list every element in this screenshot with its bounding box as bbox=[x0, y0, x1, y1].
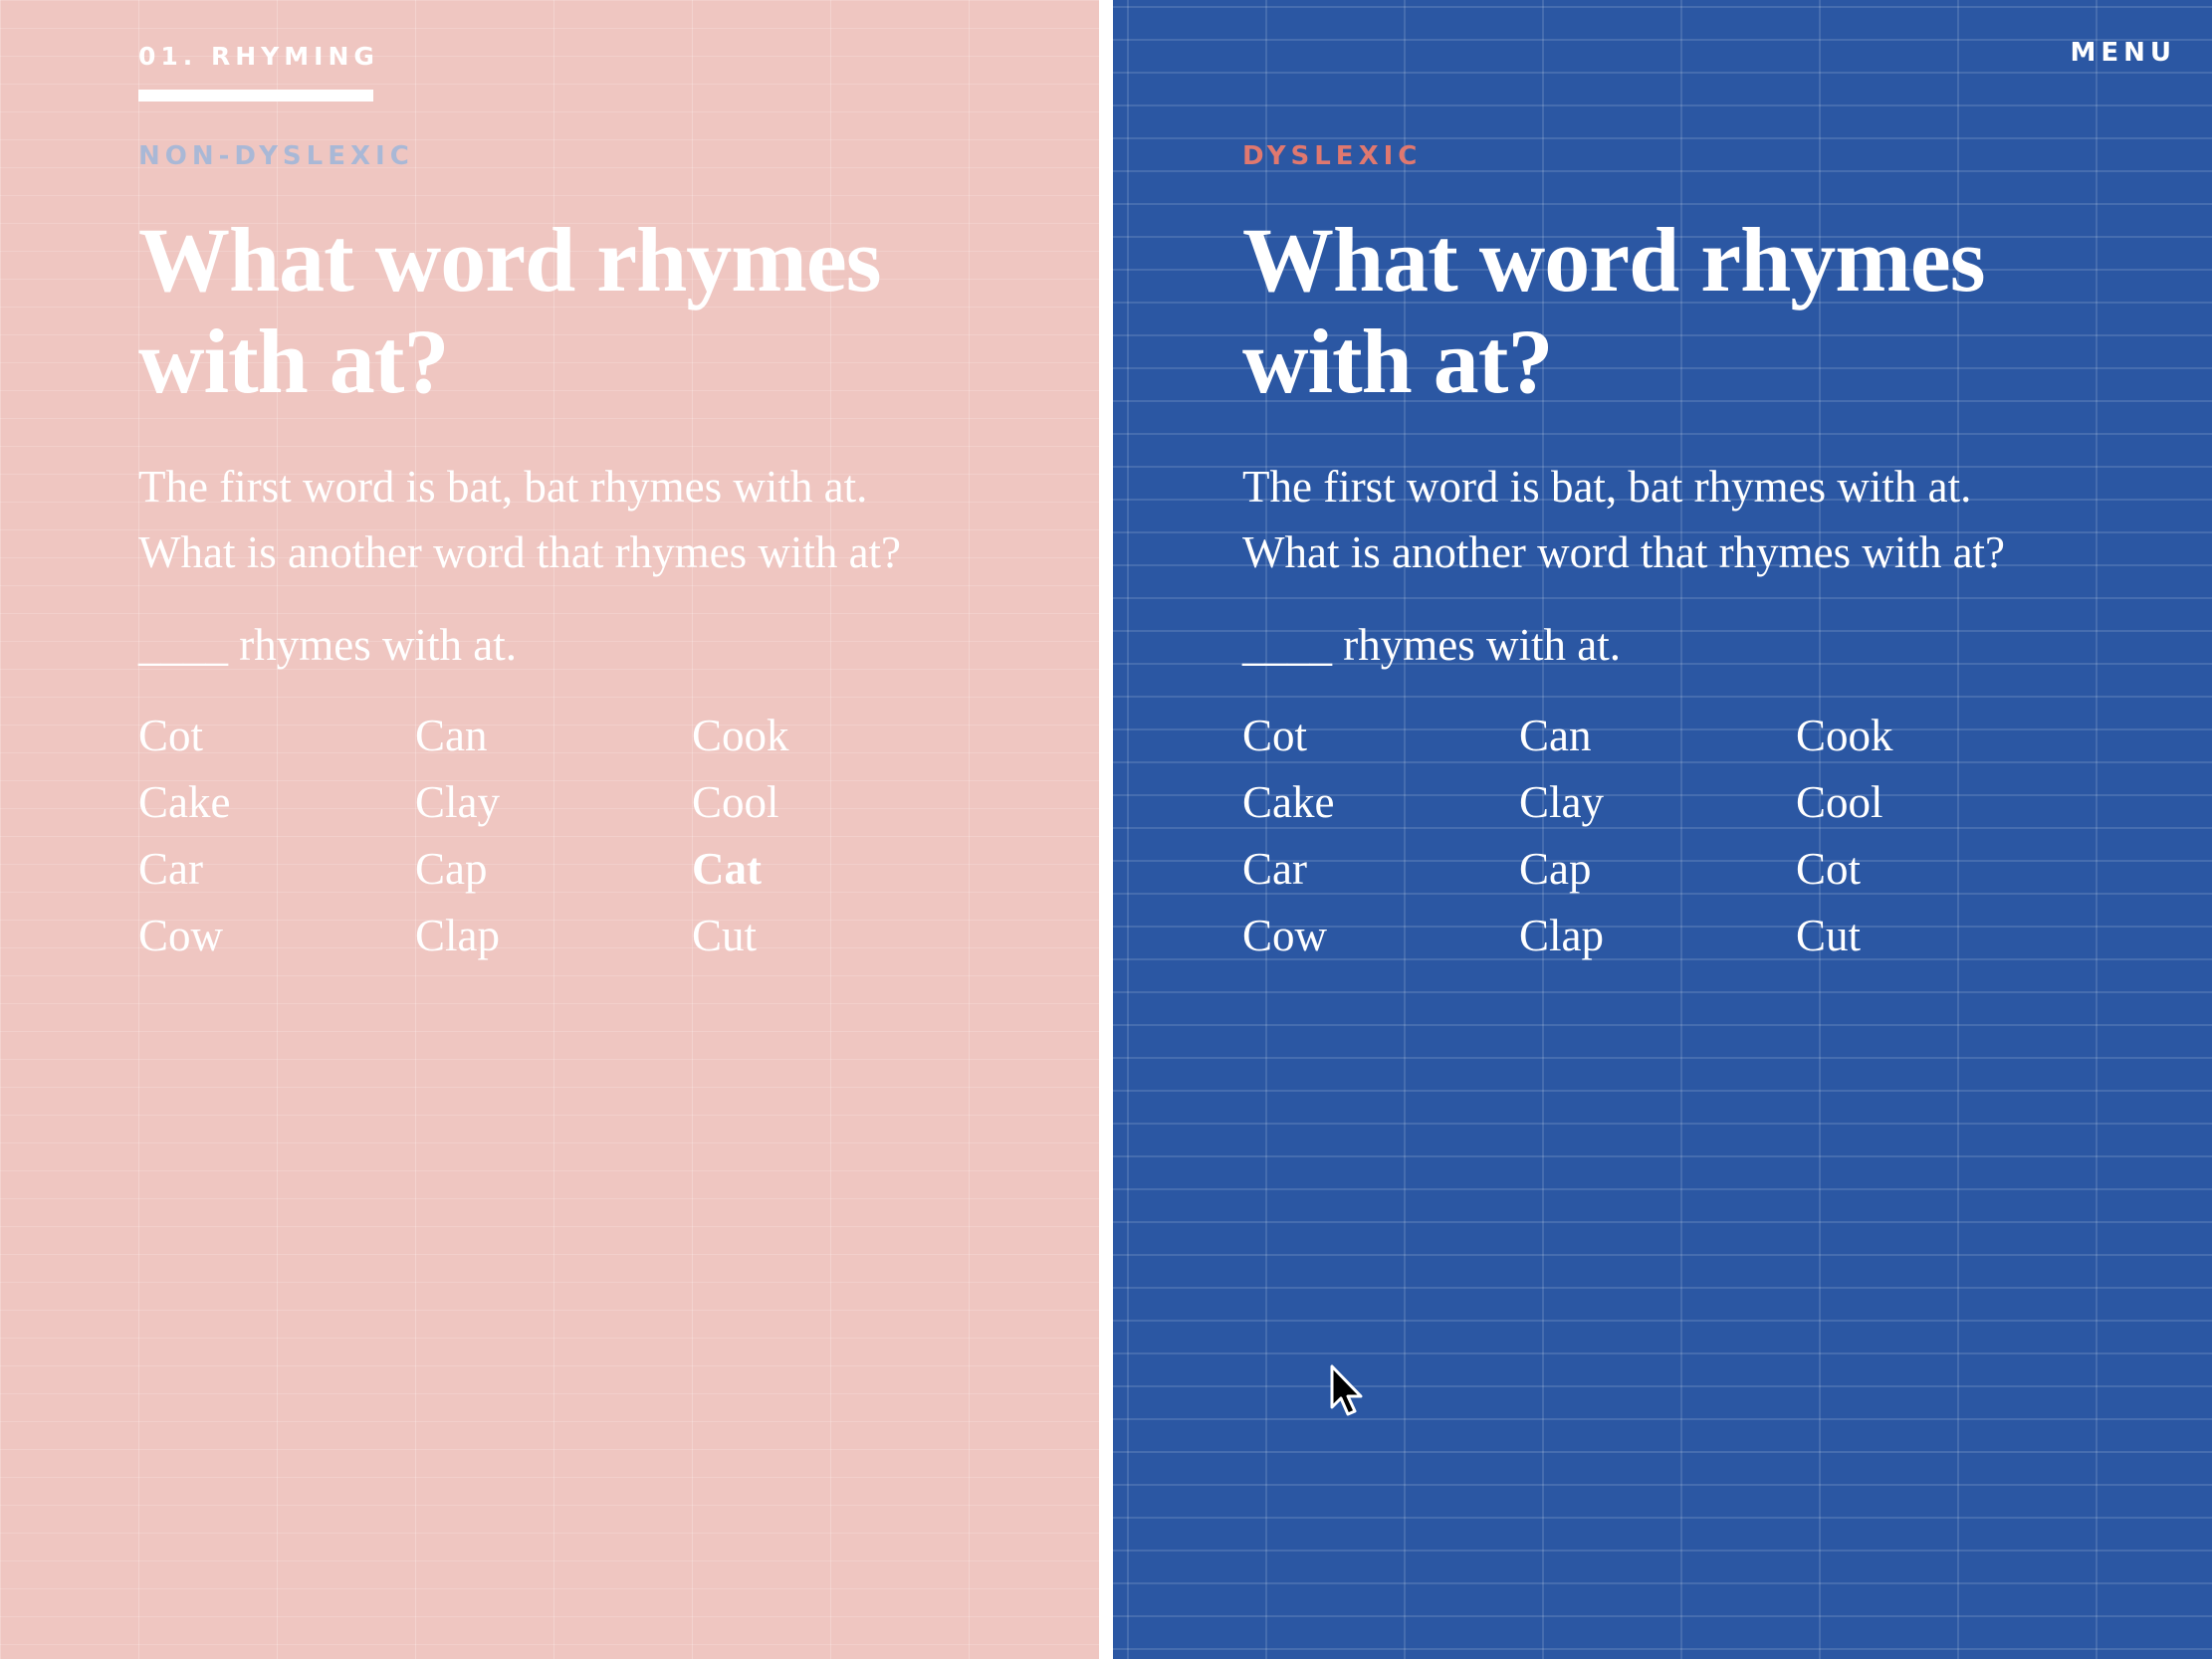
page: 01. RHYMING NON-DYSLEXIC What word rhyme… bbox=[0, 0, 2212, 1659]
non-dyslexic-panel: 01. RHYMING NON-DYSLEXIC What word rhyme… bbox=[0, 0, 1099, 1659]
answer-option[interactable]: Can bbox=[1519, 703, 1796, 769]
answer-option[interactable]: Cook bbox=[692, 703, 969, 769]
answer-option[interactable]: Clap bbox=[415, 903, 692, 969]
panel-label-non-dyslexic: NON-DYSLEXIC bbox=[138, 141, 414, 171]
panel-label-dyslexic: DYSLEXIC bbox=[1242, 141, 1423, 171]
answer-option[interactable]: Clay bbox=[1519, 769, 1796, 836]
answer-options: Cot Can Cook Cake Clay Cool Car Cap Cat … bbox=[138, 703, 1034, 969]
question-prompt: The first word is bat, bat rhymes with a… bbox=[1242, 454, 2138, 585]
question-prompt: The first word is bat, bat rhymes with a… bbox=[138, 454, 1034, 585]
answer-option[interactable]: Cool bbox=[1796, 769, 2073, 836]
answer-option[interactable]: Cook bbox=[1796, 703, 2073, 769]
question-title: What word rhymes with at? bbox=[138, 209, 882, 412]
answer-option[interactable]: Car bbox=[138, 836, 415, 903]
answer-option-selected[interactable]: Cat bbox=[692, 836, 969, 903]
mouse-pointer-icon bbox=[1330, 1364, 1363, 1416]
answer-option[interactable]: Cot bbox=[1796, 836, 2073, 903]
section-tag-underline bbox=[138, 90, 373, 102]
answer-option[interactable]: Cool bbox=[692, 769, 969, 836]
answer-option[interactable]: Cot bbox=[1242, 703, 1519, 769]
answer-option[interactable]: Clay bbox=[415, 769, 692, 836]
answer-option[interactable]: Cake bbox=[138, 769, 415, 836]
answer-option[interactable]: Cake bbox=[1242, 769, 1519, 836]
answer-option[interactable]: Can bbox=[415, 703, 692, 769]
answer-option[interactable]: Cow bbox=[138, 903, 415, 969]
fill-blank-sentence: ____ rhymes with at. bbox=[138, 620, 517, 670]
prompt-line-1: The first word is bat, bat rhymes with a… bbox=[1242, 462, 1972, 512]
answer-option[interactable]: Cap bbox=[415, 836, 692, 903]
section-tag[interactable]: 01. RHYMING bbox=[138, 42, 379, 71]
fill-blank-sentence: ____ rhymes with at. bbox=[1242, 620, 1621, 670]
question-title: What word rhymes with at? bbox=[1242, 209, 1986, 412]
answer-option[interactable]: Cot bbox=[138, 703, 415, 769]
right-question-content: What word rhymes with at? The first word… bbox=[1242, 209, 2138, 969]
left-question-content: What word rhymes with at? The first word… bbox=[138, 209, 1034, 969]
prompt-line-1: The first word is bat, bat rhymes with a… bbox=[138, 462, 868, 512]
answer-option[interactable]: Cut bbox=[692, 903, 969, 969]
prompt-line-2: What is another word that rhymes with at… bbox=[138, 527, 902, 577]
prompt-line-2: What is another word that rhymes with at… bbox=[1242, 527, 2006, 577]
menu-button[interactable]: MENU bbox=[2070, 38, 2176, 68]
answer-option[interactable]: Cap bbox=[1519, 836, 1796, 903]
answer-option[interactable]: Cut bbox=[1796, 903, 2073, 969]
answer-options: Cot Can Cook Cake Clay Cool Car Cap Cot … bbox=[1242, 703, 2138, 969]
answer-option[interactable]: Cow bbox=[1242, 903, 1519, 969]
dyslexic-panel: MENU DYSLEXIC What word rhymes with at? … bbox=[1113, 0, 2212, 1659]
answer-option[interactable]: Clap bbox=[1519, 903, 1796, 969]
answer-option[interactable]: Car bbox=[1242, 836, 1519, 903]
